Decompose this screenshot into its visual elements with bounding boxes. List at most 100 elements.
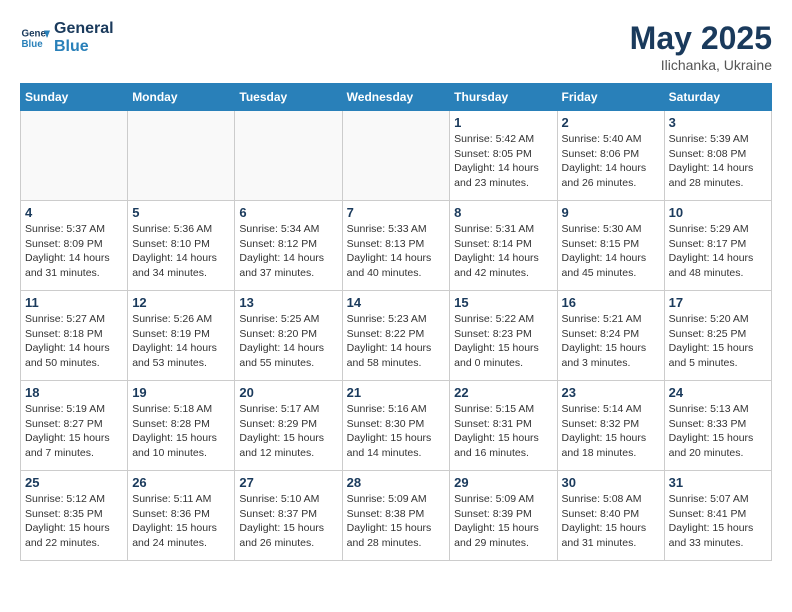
- calendar-cell: 31 Sunrise: 5:07 AMSunset: 8:41 PMDayligh…: [664, 471, 771, 561]
- calendar-cell: 16 Sunrise: 5:21 AMSunset: 8:24 PMDayligh…: [557, 291, 664, 381]
- day-number: 17: [669, 295, 767, 310]
- day-info: Sunrise: 5:12 AMSunset: 8:35 PMDaylight:…: [25, 492, 123, 551]
- weekday-header-monday: Monday: [128, 84, 235, 111]
- calendar-cell: 24Sunrise: 5:13 AMSunset: 8:33 PMDayligh…: [664, 381, 771, 471]
- day-number: 14: [347, 295, 446, 310]
- calendar-cell: 23Sunrise: 5:14 AMSunset: 8:32 PMDayligh…: [557, 381, 664, 471]
- calendar-cell: [235, 111, 342, 201]
- svg-text:Blue: Blue: [22, 39, 44, 50]
- day-number: 27: [239, 475, 337, 490]
- week-row-4: 18 Sunrise: 5:19 AMSunset: 8:27 PMDayligh…: [21, 381, 772, 471]
- logo: General Blue General Blue: [20, 20, 114, 55]
- calendar-cell: 5 Sunrise: 5:36 AMSunset: 8:10 PMDaylight…: [128, 201, 235, 291]
- day-info: Sunrise: 5:17 AMSunset: 8:29 PMDaylight:…: [239, 402, 337, 461]
- calendar-cell: 12 Sunrise: 5:26 AMSunset: 8:19 PMDayligh…: [128, 291, 235, 381]
- day-info: Sunrise: 5:42 AMSunset: 8:05 PMDaylight:…: [454, 132, 552, 191]
- day-number: 25: [25, 475, 123, 490]
- day-number: 10: [669, 205, 767, 220]
- day-info: Sunrise: 5:36 AMSunset: 8:10 PMDaylight:…: [132, 222, 230, 281]
- day-number: 16: [562, 295, 660, 310]
- calendar-cell: [342, 111, 450, 201]
- week-row-3: 11 Sunrise: 5:27 AMSunset: 8:18 PMDayligh…: [21, 291, 772, 381]
- day-info: Sunrise: 5:15 AMSunset: 8:31 PMDaylight:…: [454, 402, 552, 461]
- day-info: Sunrise: 5:29 AMSunset: 8:17 PMDaylight:…: [669, 222, 767, 281]
- week-row-5: 25 Sunrise: 5:12 AMSunset: 8:35 PMDayligh…: [21, 471, 772, 561]
- day-info: Sunrise: 5:07 AMSunset: 8:41 PMDaylight:…: [669, 492, 767, 551]
- calendar-cell: 28Sunrise: 5:09 AMSunset: 8:38 PMDayligh…: [342, 471, 450, 561]
- day-info: Sunrise: 5:22 AMSunset: 8:23 PMDaylight:…: [454, 312, 552, 371]
- calendar-cell: 18 Sunrise: 5:19 AMSunset: 8:27 PMDayligh…: [21, 381, 128, 471]
- day-info: Sunrise: 5:21 AMSunset: 8:24 PMDaylight:…: [562, 312, 660, 371]
- day-number: 15: [454, 295, 552, 310]
- calendar-cell: 29 Sunrise: 5:09 AMSunset: 8:39 PMDayligh…: [450, 471, 557, 561]
- calendar-cell: 3Sunrise: 5:39 AMSunset: 8:08 PMDaylight…: [664, 111, 771, 201]
- day-number: 8: [454, 205, 552, 220]
- day-number: 12: [132, 295, 230, 310]
- title-area: May 2025 Ilichanka, Ukraine: [630, 20, 772, 73]
- calendar-cell: 4 Sunrise: 5:37 AMSunset: 8:09 PMDaylight…: [21, 201, 128, 291]
- page-header: General Blue General Blue May 2025 Ilich…: [20, 20, 772, 73]
- day-info: Sunrise: 5:11 AMSunset: 8:36 PMDaylight:…: [132, 492, 230, 551]
- logo-blue: Blue: [54, 38, 114, 56]
- weekday-header-tuesday: Tuesday: [235, 84, 342, 111]
- calendar-cell: 17 Sunrise: 5:20 AMSunset: 8:25 PMDayligh…: [664, 291, 771, 381]
- day-number: 21: [347, 385, 446, 400]
- day-info: Sunrise: 5:23 AMSunset: 8:22 PMDaylight:…: [347, 312, 446, 371]
- calendar-table: SundayMondayTuesdayWednesdayThursdayFrid…: [20, 83, 772, 561]
- day-info: Sunrise: 5:26 AMSunset: 8:19 PMDaylight:…: [132, 312, 230, 371]
- day-info: Sunrise: 5:16 AMSunset: 8:30 PMDaylight:…: [347, 402, 446, 461]
- day-number: 7: [347, 205, 446, 220]
- week-row-2: 4 Sunrise: 5:37 AMSunset: 8:09 PMDaylight…: [21, 201, 772, 291]
- calendar-cell: 22 Sunrise: 5:15 AMSunset: 8:31 PMDayligh…: [450, 381, 557, 471]
- day-number: 18: [25, 385, 123, 400]
- day-info: Sunrise: 5:40 AMSunset: 8:06 PMDaylight:…: [562, 132, 660, 191]
- day-info: Sunrise: 5:31 AMSunset: 8:14 PMDaylight:…: [454, 222, 552, 281]
- calendar-cell: 2Sunrise: 5:40 AMSunset: 8:06 PMDaylight…: [557, 111, 664, 201]
- calendar-cell: 10 Sunrise: 5:29 AMSunset: 8:17 PMDayligh…: [664, 201, 771, 291]
- day-number: 26: [132, 475, 230, 490]
- calendar-cell: 9Sunrise: 5:30 AMSunset: 8:15 PMDaylight…: [557, 201, 664, 291]
- day-info: Sunrise: 5:18 AMSunset: 8:28 PMDaylight:…: [132, 402, 230, 461]
- day-info: Sunrise: 5:34 AMSunset: 8:12 PMDaylight:…: [239, 222, 337, 281]
- calendar-cell: 25 Sunrise: 5:12 AMSunset: 8:35 PMDayligh…: [21, 471, 128, 561]
- day-number: 6: [239, 205, 337, 220]
- calendar-cell: [21, 111, 128, 201]
- calendar-cell: 8 Sunrise: 5:31 AMSunset: 8:14 PMDaylight…: [450, 201, 557, 291]
- day-number: 23: [562, 385, 660, 400]
- weekday-header-thursday: Thursday: [450, 84, 557, 111]
- day-info: Sunrise: 5:10 AMSunset: 8:37 PMDaylight:…: [239, 492, 337, 551]
- day-number: 3: [669, 115, 767, 130]
- day-number: 29: [454, 475, 552, 490]
- calendar-cell: 11 Sunrise: 5:27 AMSunset: 8:18 PMDayligh…: [21, 291, 128, 381]
- day-number: 30: [562, 475, 660, 490]
- day-number: 24: [669, 385, 767, 400]
- logo-icon: General Blue: [20, 23, 50, 53]
- week-row-1: 1Sunrise: 5:42 AMSunset: 8:05 PMDaylight…: [21, 111, 772, 201]
- day-number: 28: [347, 475, 446, 490]
- calendar-cell: 13Sunrise: 5:25 AMSunset: 8:20 PMDayligh…: [235, 291, 342, 381]
- day-info: Sunrise: 5:09 AMSunset: 8:39 PMDaylight:…: [454, 492, 552, 551]
- weekday-header-row: SundayMondayTuesdayWednesdayThursdayFrid…: [21, 84, 772, 111]
- weekday-header-sunday: Sunday: [21, 84, 128, 111]
- calendar-cell: 27 Sunrise: 5:10 AMSunset: 8:37 PMDayligh…: [235, 471, 342, 561]
- day-info: Sunrise: 5:20 AMSunset: 8:25 PMDaylight:…: [669, 312, 767, 371]
- calendar-cell: 19Sunrise: 5:18 AMSunset: 8:28 PMDayligh…: [128, 381, 235, 471]
- calendar-cell: 21 Sunrise: 5:16 AMSunset: 8:30 PMDayligh…: [342, 381, 450, 471]
- day-info: Sunrise: 5:30 AMSunset: 8:15 PMDaylight:…: [562, 222, 660, 281]
- weekday-header-saturday: Saturday: [664, 84, 771, 111]
- day-info: Sunrise: 5:27 AMSunset: 8:18 PMDaylight:…: [25, 312, 123, 371]
- calendar-cell: 30Sunrise: 5:08 AMSunset: 8:40 PMDayligh…: [557, 471, 664, 561]
- calendar-cell: 6 Sunrise: 5:34 AMSunset: 8:12 PMDaylight…: [235, 201, 342, 291]
- day-info: Sunrise: 5:37 AMSunset: 8:09 PMDaylight:…: [25, 222, 123, 281]
- weekday-header-wednesday: Wednesday: [342, 84, 450, 111]
- day-info: Sunrise: 5:25 AMSunset: 8:20 PMDaylight:…: [239, 312, 337, 371]
- day-number: 31: [669, 475, 767, 490]
- calendar-cell: 7Sunrise: 5:33 AMSunset: 8:13 PMDaylight…: [342, 201, 450, 291]
- day-number: 22: [454, 385, 552, 400]
- calendar-cell: 20Sunrise: 5:17 AMSunset: 8:29 PMDayligh…: [235, 381, 342, 471]
- day-number: 11: [25, 295, 123, 310]
- day-info: Sunrise: 5:19 AMSunset: 8:27 PMDaylight:…: [25, 402, 123, 461]
- logo-general: General: [54, 20, 114, 38]
- day-number: 4: [25, 205, 123, 220]
- day-number: 5: [132, 205, 230, 220]
